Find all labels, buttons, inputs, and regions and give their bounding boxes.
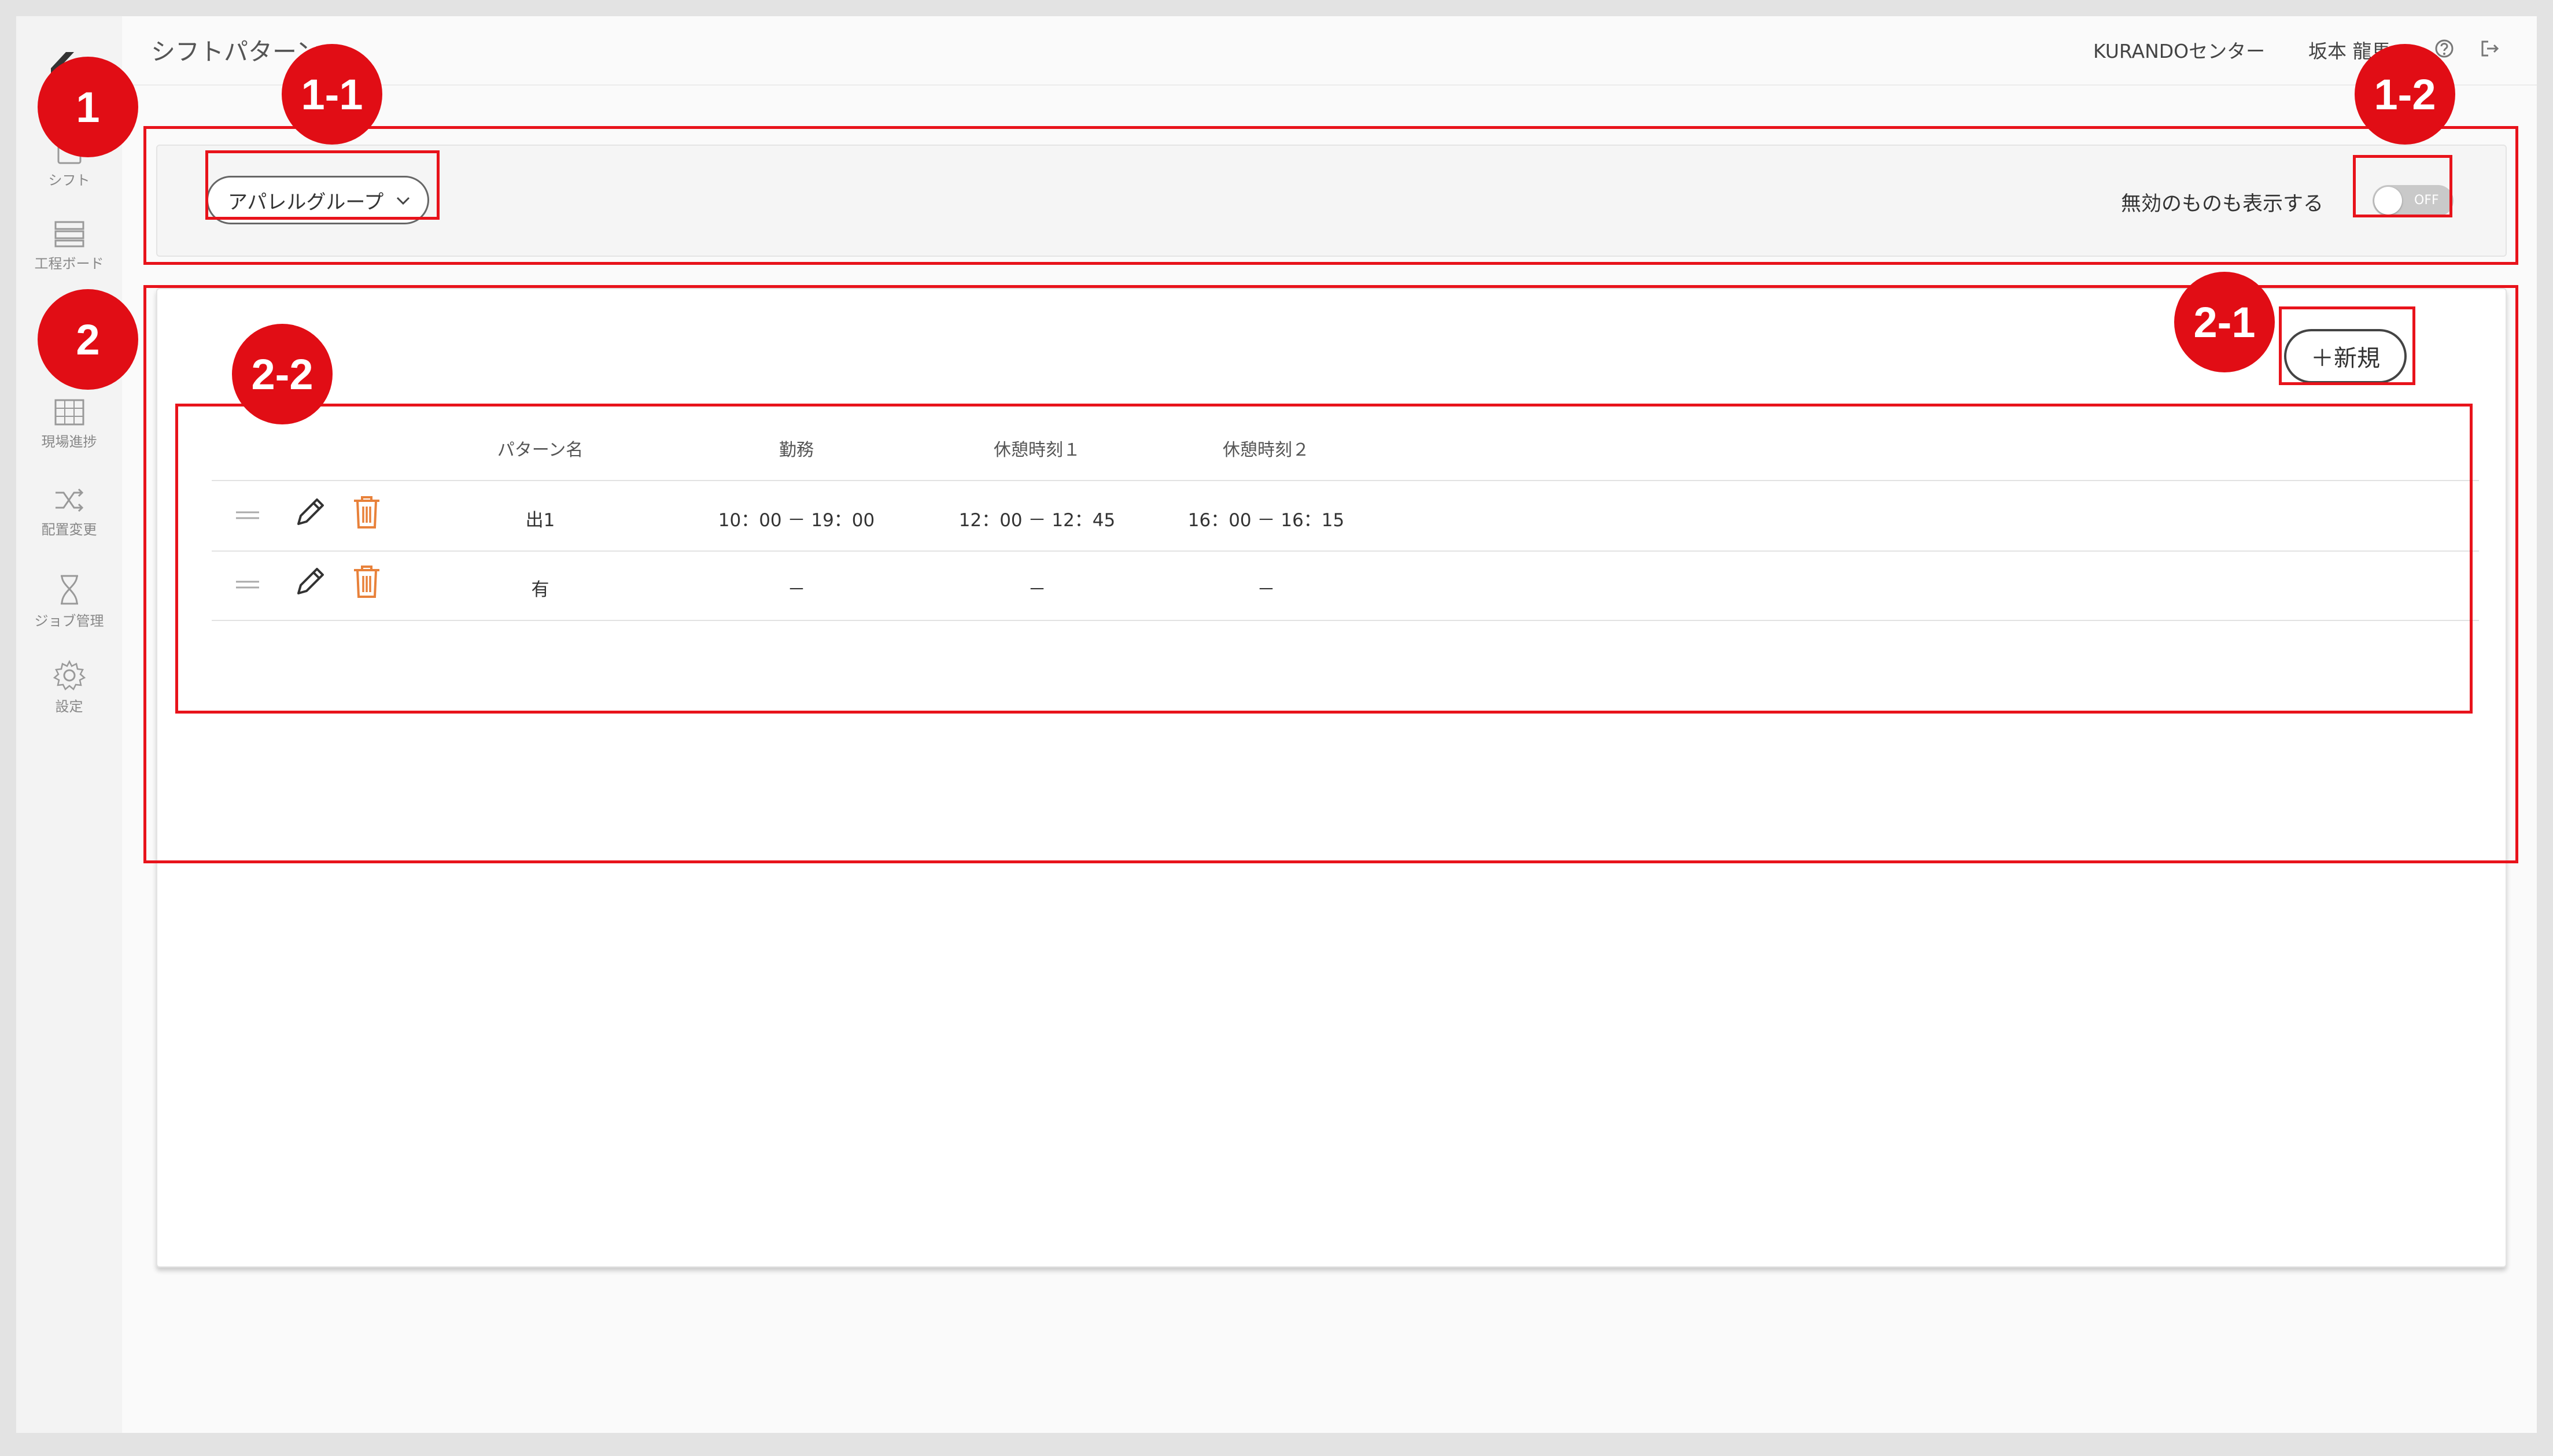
sidebar-item-label: 工程ボード: [34, 256, 104, 272]
new-pattern-label: ＋新規: [2311, 345, 2380, 372]
annotation-badge: 1-1: [282, 44, 382, 145]
sidebar-item-site-progress[interactable]: 現場進捗: [16, 398, 122, 450]
show-disabled-label: 無効のものも表示する: [2121, 193, 2324, 216]
cell-work: －: [787, 579, 806, 600]
table-row: 有 － － －: [212, 550, 2479, 621]
sidebar-item-label: 設定: [55, 699, 83, 715]
toggle-state: OFF: [2414, 193, 2439, 208]
group-select-value: アパレルグループ: [228, 190, 384, 214]
sidebar-item-process-board[interactable]: 工程ボード: [16, 220, 122, 272]
top-header: シフトパターン KURANDOセンター 坂本 龍馬: [122, 16, 2537, 86]
annotation-badge: 1: [38, 57, 138, 157]
sidebar-item-label: 配置変更: [41, 522, 97, 538]
new-pattern-button[interactable]: ＋新規: [2284, 329, 2407, 383]
cell-break1: －: [1028, 579, 1046, 600]
sidebar-item-label: シフト: [48, 172, 90, 189]
logout-icon[interactable]: [2479, 38, 2500, 59]
sidebar: シフト 工程ボード 現場進捗 配置変更 ジョブ管理 設定: [16, 16, 122, 1433]
sidebar-item-label: 現場進捗: [41, 434, 97, 450]
cell-work: 10：00 － 19：00: [718, 510, 875, 531]
chevron-down-icon: [396, 197, 410, 205]
sidebar-item-label: ジョブ管理: [34, 613, 104, 629]
cell-break1: 12：00 － 12：45: [958, 510, 1116, 531]
cell-pattern-name: 有: [531, 579, 549, 600]
shuffle-icon: [55, 488, 83, 512]
delete-icon[interactable]: [351, 563, 383, 600]
col-header-break1: 休憩時刻１: [994, 440, 1080, 460]
group-select[interactable]: アパレルグループ: [206, 176, 429, 224]
drag-handle-icon[interactable]: [235, 576, 260, 593]
toggle-knob: [2374, 187, 2402, 215]
filter-bar: アパレルグループ 無効のものも表示する OFF: [156, 145, 2507, 257]
annotation-badge: 2-2: [232, 324, 333, 424]
sidebar-item-placement-change[interactable]: 配置変更: [16, 486, 122, 538]
drag-handle-icon[interactable]: [235, 507, 260, 524]
cell-pattern-name: 出1: [525, 510, 555, 531]
col-header-break2: 休憩時刻２: [1223, 440, 1309, 460]
cell-break2: 16：00 － 16：15: [1187, 510, 1345, 531]
sidebar-item-settings[interactable]: 設定: [16, 659, 122, 715]
col-header-work: 勤務: [779, 440, 814, 460]
show-disabled-toggle[interactable]: OFF: [2373, 185, 2454, 216]
edit-icon[interactable]: [292, 563, 329, 600]
annotation-badge: 1-2: [2355, 44, 2455, 145]
hourglass-icon: [60, 575, 78, 605]
center-name: KURANDOセンター: [2093, 40, 2266, 62]
app-window: シフト 工程ボード 現場進捗 配置変更 ジョブ管理 設定 シフトパターン KUR…: [16, 16, 2537, 1433]
board-icon: [54, 221, 84, 247]
annotation-badge: 2-1: [2174, 272, 2275, 372]
sidebar-item-job-management[interactable]: ジョブ管理: [16, 574, 122, 630]
edit-icon[interactable]: [292, 494, 329, 531]
table-row: 出1 10：00 － 19：00 12：00 － 12：45 16：00 － 1…: [212, 481, 2479, 552]
gear-icon: [53, 660, 86, 690]
grid-icon: [54, 399, 84, 426]
cell-break2: －: [1257, 579, 1275, 600]
pattern-list-card: ＋新規 パターン名 勤務 休憩時刻１ 休憩時刻２ 出1 10：00 － 19：0…: [156, 288, 2507, 1267]
delete-icon[interactable]: [351, 494, 383, 531]
annotation-badge: 2: [38, 289, 138, 390]
col-header-pattern-name: パターン名: [497, 440, 584, 460]
